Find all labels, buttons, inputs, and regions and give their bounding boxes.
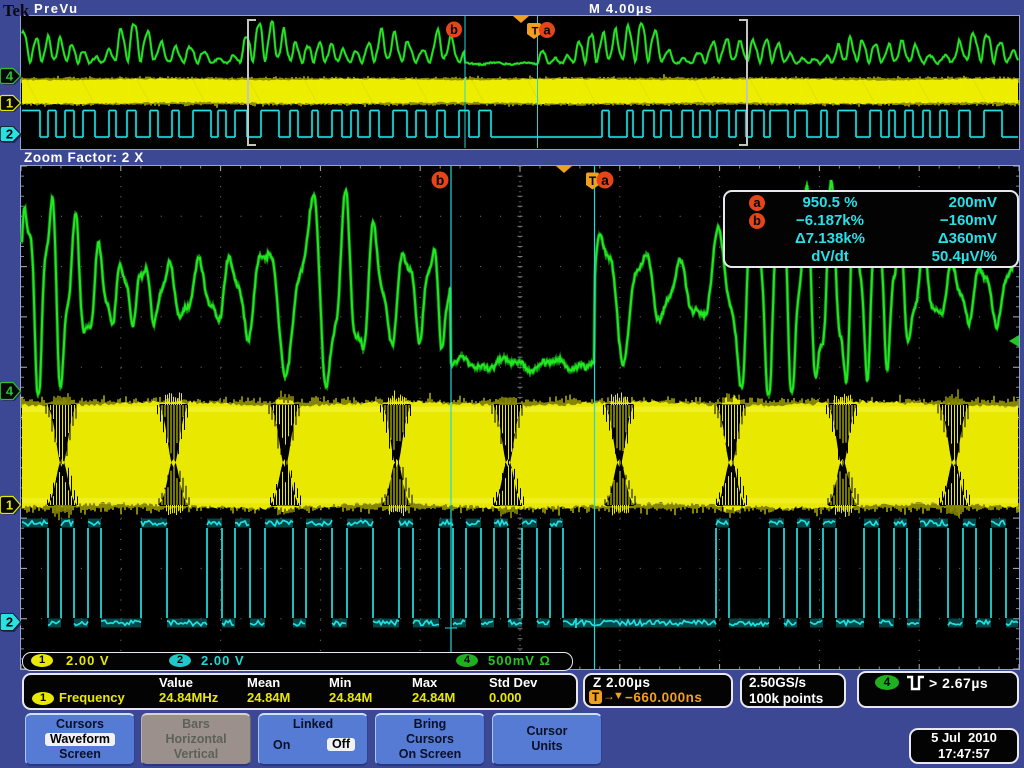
svg-text:4: 4 [6, 69, 14, 84]
svg-text:b: b [436, 172, 445, 188]
svg-text:b: b [450, 22, 458, 37]
svg-text:1: 1 [6, 498, 13, 513]
svg-text:a: a [543, 23, 551, 38]
svg-text:1: 1 [6, 96, 13, 111]
svg-text:2: 2 [6, 127, 13, 142]
svg-text:a: a [601, 172, 609, 188]
svg-text:T: T [532, 26, 539, 38]
svg-text:2: 2 [6, 615, 13, 630]
svg-text:4: 4 [6, 384, 14, 399]
svg-text:T: T [589, 174, 597, 188]
